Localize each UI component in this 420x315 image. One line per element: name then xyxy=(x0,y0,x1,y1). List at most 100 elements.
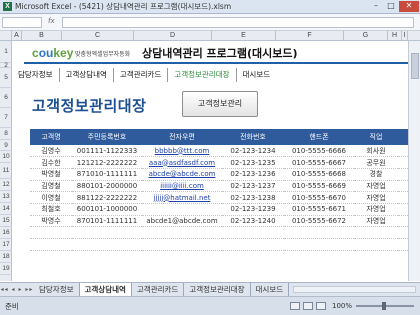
cell-occupation[interactable]: 경찰 xyxy=(354,168,398,181)
nav-item-manager-info[interactable]: 담당자정보 xyxy=(12,68,60,82)
column-header-e[interactable]: E xyxy=(212,31,276,41)
row-header-1[interactable]: 1 xyxy=(0,41,12,63)
sheet-tab-customer-card[interactable]: 고객관리카드 xyxy=(132,283,185,296)
cell-phone[interactable] xyxy=(222,226,284,239)
zoom-slider[interactable] xyxy=(356,302,414,310)
cell-customer-name[interactable]: 김수한 xyxy=(30,156,72,169)
zoom-level[interactable]: 100% xyxy=(332,302,352,310)
cell-occupation[interactable]: 자영업 xyxy=(354,215,398,228)
cell-resident-number[interactable]: 871010-1111111 xyxy=(72,168,142,181)
column-header-g[interactable]: G xyxy=(344,31,388,41)
row-header-15[interactable]: 15 xyxy=(0,215,12,227)
cell-customer-name[interactable]: 김영수 xyxy=(30,145,72,158)
cell-mobile[interactable]: 010-5555-6670 xyxy=(284,191,354,204)
maximize-button[interactable]: □ xyxy=(384,1,398,12)
zoom-slider-knob[interactable] xyxy=(382,302,386,310)
vertical-scrollbar[interactable] xyxy=(408,41,420,281)
cell-resident-number[interactable]: 121212-2222222 xyxy=(72,156,142,169)
cell-mobile[interactable]: 010-5555-6672 xyxy=(284,215,354,228)
row-header-5[interactable]: 5 xyxy=(0,68,12,88)
column-header-c[interactable]: C xyxy=(62,31,134,41)
cell-resident-number[interactable] xyxy=(72,238,142,251)
cell-resident-number[interactable]: 870101-1111111 xyxy=(72,215,142,228)
cell-customer-name[interactable]: 이영철 xyxy=(30,191,72,204)
select-all-corner[interactable] xyxy=(0,31,12,41)
header-customer-name[interactable]: 고객명 xyxy=(30,129,72,145)
sheet-tab-manager-info[interactable]: 담당자정보 xyxy=(34,283,80,296)
cell-email[interactable]: iiiiii@iiii.com xyxy=(142,180,222,193)
cell-resident-number[interactable]: 001111-1122333 xyxy=(72,145,142,158)
sheet-tab-consultation-history[interactable]: 고객상담내역 xyxy=(79,283,132,296)
cell-customer-name[interactable]: 최철호 xyxy=(30,203,72,216)
page-layout-view-icon[interactable] xyxy=(302,302,313,310)
horizontal-scrollbar[interactable] xyxy=(293,286,416,293)
cell-email[interactable]: abcde@abcde.com xyxy=(142,168,222,181)
row-header-14[interactable]: 14 xyxy=(0,203,12,215)
cell-resident-number[interactable]: 600101-1000000 xyxy=(72,203,142,216)
header-occupation[interactable]: 직업 xyxy=(354,129,398,145)
row-header-6[interactable]: 6 xyxy=(0,88,12,108)
cell-mobile[interactable]: 010-5555-6669 xyxy=(284,180,354,193)
cell-extra[interactable]: 부 xyxy=(398,215,408,228)
cell-extra[interactable]: 부 xyxy=(398,156,408,169)
cell-extra[interactable] xyxy=(398,226,408,239)
cell-occupation[interactable]: 자영업 xyxy=(354,203,398,216)
row-header-7[interactable]: 7 xyxy=(0,108,12,128)
fx-icon[interactable]: fx xyxy=(48,17,55,25)
nav-item-customer-register[interactable]: 고객정보관리대장 xyxy=(168,68,237,82)
header-mobile[interactable]: 핸드폰 xyxy=(284,129,354,145)
row-header-8[interactable]: 8 xyxy=(0,128,12,140)
cell-customer-name[interactable]: 김영철 xyxy=(30,180,72,193)
sheet-tab-dashboard[interactable]: 대시보드 xyxy=(251,283,290,296)
row-header-9[interactable]: 9 xyxy=(0,140,12,151)
cell-resident-number[interactable]: 880101-2000000 xyxy=(72,180,142,193)
cell-email[interactable] xyxy=(142,203,222,216)
cell-extra[interactable] xyxy=(398,238,408,251)
row-header-19[interactable]: 19 xyxy=(0,263,12,275)
page-break-view-icon[interactable] xyxy=(315,302,326,310)
cell-email[interactable]: bbbbb@ttt.com xyxy=(142,145,222,158)
cell-customer-name[interactable]: 박영수 xyxy=(30,215,72,228)
row-header-17[interactable]: 17 xyxy=(0,239,12,251)
cell-email[interactable]: abcde1@abcde.com xyxy=(142,215,222,228)
cell-phone[interactable]: 02-123-1238 xyxy=(222,191,284,204)
cell-mobile[interactable] xyxy=(284,238,354,251)
cell-mobile[interactable]: 010-5555-6666 xyxy=(284,145,354,158)
row-header-16[interactable]: 16 xyxy=(0,227,12,239)
normal-view-icon[interactable] xyxy=(289,302,300,310)
cell-occupation[interactable]: 회사원 xyxy=(354,145,398,158)
cell-mobile[interactable] xyxy=(284,226,354,239)
header-email[interactable]: 전자우편 xyxy=(142,129,222,145)
row-header-12[interactable]: 12 xyxy=(0,179,12,191)
cell-phone[interactable]: 02-123-1236 xyxy=(222,168,284,181)
cell-phone[interactable]: 02-123-1234 xyxy=(222,145,284,158)
sheet-tab-customer-register[interactable]: 고객정보관리대장 xyxy=(184,283,251,296)
nav-item-customer-card[interactable]: 고객관리카드 xyxy=(114,68,169,82)
cell-extra[interactable]: 부 xyxy=(398,191,408,204)
cell-customer-name[interactable] xyxy=(30,226,72,239)
cell-phone[interactable]: 02-123-1239 xyxy=(222,203,284,216)
column-header-d[interactable]: D xyxy=(134,31,212,41)
nav-item-dashboard[interactable]: 대시보드 xyxy=(237,68,277,82)
sheet-nav-arrows-icon[interactable]: ◂◂ ◂ ▸ ▸▸ xyxy=(0,283,34,296)
row-header-11[interactable]: 11 xyxy=(0,163,12,179)
cell-phone[interactable] xyxy=(222,238,284,251)
column-header-f[interactable]: F xyxy=(276,31,344,41)
cell-customer-name[interactable]: 박영철 xyxy=(30,168,72,181)
cell-occupation[interactable]: 자영업 xyxy=(354,180,398,193)
cell-mobile[interactable]: 010-5555-6668 xyxy=(284,168,354,181)
header-phone[interactable]: 전화번호 xyxy=(222,129,284,145)
cell-email[interactable] xyxy=(142,226,222,239)
name-box[interactable] xyxy=(2,17,42,28)
column-header-a[interactable]: A xyxy=(12,31,22,41)
nav-item-consultation-history[interactable]: 고객상담내역 xyxy=(60,68,114,82)
row-header-10[interactable]: 10 xyxy=(0,151,12,163)
cell-occupation[interactable] xyxy=(354,238,398,251)
cell-extra[interactable]: 부 xyxy=(398,168,408,181)
cell-resident-number[interactable]: 881122-2222222 xyxy=(72,191,142,204)
customer-info-button[interactable]: 고객정보관리 xyxy=(182,91,258,117)
close-button[interactable]: ✕ xyxy=(399,1,419,12)
column-header-b[interactable]: B xyxy=(22,31,62,41)
cell-extra[interactable]: 부 xyxy=(398,145,408,158)
formula-input[interactable] xyxy=(62,17,414,28)
